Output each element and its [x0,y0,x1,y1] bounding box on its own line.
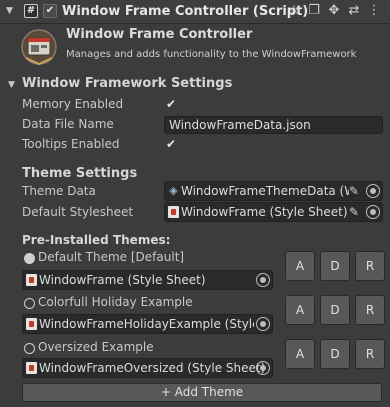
theme-stylesheet-field[interactable]: WindowFrameHolidayExample (Style S [22,314,273,334]
remove-theme-button[interactable]: R [355,251,385,281]
theme-select-radio[interactable] [24,253,35,264]
theme-select-radio[interactable] [24,343,35,354]
add-theme-button[interactable]: + Add Theme [22,383,382,402]
stylesheet-picker-icon[interactable] [256,317,270,331]
theme-data-value: WindowFrameThemeData (Wind [181,184,349,198]
theme-data-picker-icon[interactable] [366,184,380,198]
theme-stylesheet-value: WindowFrameHolidayExample (Style S [39,317,254,331]
theme-data-field[interactable]: ◈ WindowFrameThemeData (Wind ✎ [164,181,383,201]
stylesheet-asset-icon [26,274,37,286]
info-title: Window Frame Controller [66,27,253,42]
data-file-name-field[interactable]: WindowFrameData.json [164,116,383,134]
memory-enabled-label: Memory Enabled [22,97,124,111]
component-foldout-arrow[interactable]: ▼ [6,5,16,17]
window-frame-logo-icon [21,29,57,66]
theme-settings-title: Theme Settings [22,166,138,181]
theme-select-radio[interactable] [24,298,35,309]
apply-theme-button[interactable]: A [285,251,315,281]
default-stylesheet-label: Default Stylesheet [22,205,134,219]
move-icon[interactable]: ✥ [326,3,342,19]
settings-foldout-arrow[interactable]: ▼ [8,80,15,90]
default-theme-button[interactable]: D [320,295,350,325]
stylesheet-picker-icon[interactable] [256,273,270,287]
theme-name: Colorfull Holiday Example [38,295,193,309]
framework-settings-title[interactable]: Window Framework Settings [22,76,232,91]
edit-stylesheet-icon[interactable]: ✎ [346,204,362,220]
theme-name: Oversized Example [38,340,154,354]
sliders-icon[interactable]: ⇄ [346,3,362,19]
memory-enabled-checkbox[interactable]: ✔ [164,97,178,111]
script-icon: # [24,4,38,18]
theme-name: Default Theme [Default] [38,250,185,264]
preinstalled-themes-title: Pre-Installed Themes: [22,233,171,247]
theme-stylesheet-field[interactable]: WindowFrameOversized (Style Sheet) [22,358,273,378]
stylesheet-picker-icon[interactable] [256,361,270,375]
apply-theme-button[interactable]: A [285,295,315,325]
theme-data-asset-icon: ◈ [169,184,178,197]
default-stylesheet-field[interactable]: WindowFrame (Style Sheet) ✎ [164,202,383,222]
apply-theme-button[interactable]: A [285,339,315,369]
default-theme-button[interactable]: D [320,251,350,281]
remove-theme-button[interactable]: R [355,339,385,369]
stylesheet-picker-icon[interactable] [366,205,380,219]
component-title: Window Frame Controller (Script) [62,4,309,19]
more-icon[interactable]: ⋮ [366,3,382,19]
tooltips-enabled-label: Tooltips Enabled [22,137,120,151]
component-enabled-checkbox[interactable]: ✔ [43,4,57,18]
stylesheet-asset-icon [26,362,37,374]
stylesheet-asset-icon [168,206,179,218]
copy-icon[interactable]: ❐ [306,3,322,19]
theme-stylesheet-value: WindowFrameOversized (Style Sheet) [39,361,266,375]
stylesheet-asset-icon [26,318,37,330]
theme-stylesheet-field[interactable]: WindowFrame (Style Sheet) [22,270,273,290]
default-theme-button[interactable]: D [320,339,350,369]
edit-theme-data-icon[interactable]: ✎ [346,183,362,199]
data-file-name-label: Data File Name [22,117,114,131]
default-stylesheet-value: WindowFrame (Style Sheet) [181,205,348,219]
remove-theme-button[interactable]: R [355,295,385,325]
tooltips-enabled-checkbox[interactable]: ✔ [164,137,178,151]
star-icon[interactable]: ☆ [286,3,302,19]
theme-data-label: Theme Data [22,184,96,198]
theme-stylesheet-value: WindowFrame (Style Sheet) [39,273,206,287]
info-description: Manages and adds functionality to the Wi… [66,49,357,60]
